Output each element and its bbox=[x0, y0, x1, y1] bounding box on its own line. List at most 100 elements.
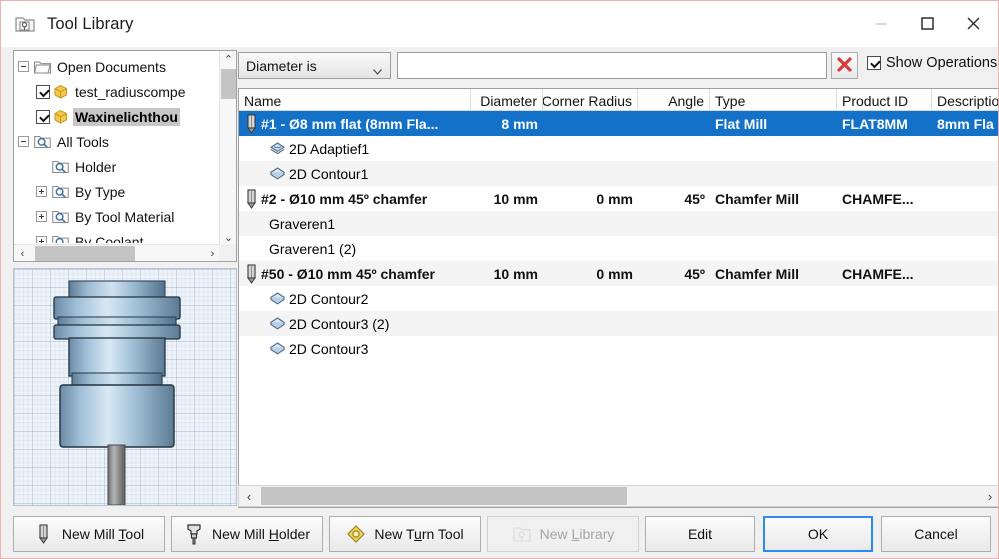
tree-item-label: Waxinelichthou bbox=[73, 107, 180, 126]
tree-expander-toggle[interactable] bbox=[36, 211, 47, 222]
contour-operation-icon bbox=[269, 316, 286, 331]
close-button[interactable] bbox=[950, 1, 996, 45]
edit-button[interactable]: Edit bbox=[645, 516, 755, 552]
row-type-cell: Chamfer Mill bbox=[715, 265, 800, 282]
clear-filter-button[interactable] bbox=[831, 52, 858, 79]
tree-expander-toggle[interactable] bbox=[36, 236, 47, 243]
tree-expander-toggle[interactable] bbox=[18, 136, 29, 147]
table-horizontal-scrollbar[interactable]: ‹ › bbox=[238, 485, 998, 507]
table-row[interactable]: Graveren1 (2) bbox=[239, 236, 998, 261]
tree-horizontal-scrollbar[interactable]: ‹ › bbox=[14, 244, 221, 261]
row-product-id-cell bbox=[837, 161, 932, 186]
column-header-angle[interactable]: Angle bbox=[638, 89, 710, 111]
tree-item-label: Open Documents bbox=[57, 58, 166, 75]
tree-item-checkbox[interactable] bbox=[36, 109, 50, 124]
table-row[interactable]: #50 - Ø10 mm 45º chamfer 10 mm 0 mm 45º Cham… bbox=[239, 261, 998, 286]
column-header-product-id[interactable]: Product ID bbox=[837, 89, 932, 111]
new-mill-holder-button-label: New Mill Holder bbox=[211, 526, 311, 542]
row-corner-radius-cell: 0 mm bbox=[596, 190, 633, 207]
row-angle-cell: 45º bbox=[684, 190, 705, 207]
tree-item-label: By Tool Material bbox=[75, 208, 175, 225]
tree-expander-toggle[interactable] bbox=[36, 186, 47, 197]
table-hscroll-thumb[interactable] bbox=[261, 487, 627, 505]
table-row[interactable]: #2 - Ø10 mm 45º chamfer 10 mm 0 mm 45º Chamf… bbox=[239, 186, 998, 211]
row-diameter-cell bbox=[471, 286, 543, 311]
table-row[interactable]: Graveren1 bbox=[239, 211, 998, 236]
table-row[interactable]: 2D Adaptief1 bbox=[239, 136, 998, 161]
tree-item-checkbox[interactable] bbox=[36, 84, 50, 99]
column-header-corner-radius[interactable]: Corner Radius bbox=[543, 89, 638, 111]
row-name-text: Graveren1 (2) bbox=[269, 240, 357, 257]
tree-item-holder[interactable]: Holder bbox=[14, 154, 204, 179]
maximize-button[interactable] bbox=[904, 1, 950, 45]
row-type-cell: Flat Mill bbox=[715, 115, 768, 132]
new-turn-tool-button[interactable]: New Turn Tool bbox=[329, 516, 481, 552]
minimize-button[interactable] bbox=[858, 1, 904, 45]
filter-criteria-select[interactable]: Diameter is bbox=[238, 52, 391, 79]
tree-item-by-type[interactable]: By Type bbox=[14, 179, 204, 204]
search-folder-icon bbox=[34, 134, 51, 149]
new-mill-tool-button-label: New Mill Tool bbox=[61, 526, 145, 542]
column-header-description[interactable]: Descriptio bbox=[932, 89, 998, 111]
tree-vertical-scrollbar[interactable]: ⌃ ⌄ bbox=[219, 51, 236, 246]
table-row[interactable]: 2D Contour3 (2) bbox=[239, 311, 998, 336]
row-name-cell: 2D Contour3 (2) bbox=[239, 311, 471, 336]
tree-vscroll-thumb[interactable] bbox=[221, 69, 236, 99]
row-diameter-cell bbox=[471, 161, 543, 186]
row-name-cell: #1 - Ø8 mm flat (8mm Fla... bbox=[239, 111, 471, 136]
row-angle-cell bbox=[638, 211, 710, 236]
tree-item-label: Holder bbox=[75, 158, 117, 175]
filter-search-input[interactable] bbox=[397, 52, 827, 79]
row-product-id-cell: CHAMFE... bbox=[842, 190, 914, 207]
new-mill-tool-button[interactable]: New Mill Tool bbox=[13, 516, 165, 552]
contour-operation-icon bbox=[269, 166, 286, 181]
row-product-id-cell: CHAMFE... bbox=[842, 265, 914, 282]
tree-item-label: By Coolant bbox=[75, 233, 144, 244]
tree-item-test-radiuscompe[interactable]: test_radiuscompe bbox=[14, 79, 204, 104]
tree-item-by-tool-material[interactable]: By Tool Material bbox=[14, 204, 204, 229]
tree-expander-toggle[interactable] bbox=[18, 61, 29, 72]
search-folder-icon bbox=[52, 234, 69, 243]
ok-button[interactable]: OK bbox=[763, 516, 873, 552]
tree-scroll-corner bbox=[219, 244, 236, 261]
new-mill-holder-button[interactable]: New Mill Holder bbox=[171, 516, 323, 552]
row-description-cell bbox=[932, 286, 998, 311]
column-header-diameter[interactable]: Diameter bbox=[471, 89, 543, 111]
row-description-cell bbox=[932, 336, 998, 361]
tree-item-all-tools[interactable]: All Tools bbox=[14, 129, 204, 154]
table-row[interactable]: #1 - Ø8 mm flat (8mm Fla... 8 mm Flat Mill… bbox=[239, 111, 998, 136]
table-row[interactable]: 2D Contour1 bbox=[239, 161, 998, 186]
row-description-cell: 8mm Fla bbox=[937, 115, 994, 132]
row-angle-cell bbox=[638, 236, 710, 261]
row-corner-radius-cell bbox=[543, 311, 638, 336]
tool-table[interactable]: Name Diameter Corner Radius Angle Type Produc… bbox=[238, 88, 998, 508]
column-header-name[interactable]: Name bbox=[239, 89, 471, 111]
tree-item-waxinelichthou[interactable]: Waxinelichthou bbox=[14, 104, 204, 129]
row-type-cell: Chamfer Mill bbox=[715, 190, 800, 207]
row-angle-cell bbox=[638, 311, 710, 336]
row-corner-radius-cell bbox=[543, 336, 638, 361]
show-operations-checkbox[interactable]: Show Operations bbox=[867, 55, 997, 71]
table-body: #1 - Ø8 mm flat (8mm Fla... 8 mm Flat Mill… bbox=[239, 111, 998, 361]
table-row[interactable]: 2D Contour3 bbox=[239, 336, 998, 361]
table-scroll-right-button[interactable]: › bbox=[980, 486, 998, 506]
tree-hscroll-thumb[interactable] bbox=[35, 246, 135, 261]
search-folder-icon bbox=[52, 209, 69, 224]
library-tree-panel[interactable]: Open Documents test_radiuscompe Waxinelich… bbox=[13, 50, 237, 262]
cancel-button-label: Cancel bbox=[914, 526, 958, 542]
table-row[interactable]: 2D Contour2 bbox=[239, 286, 998, 311]
tree-scroll-left-button[interactable]: ‹ bbox=[14, 245, 31, 261]
row-type-cell bbox=[710, 211, 837, 236]
cancel-button[interactable]: Cancel bbox=[881, 516, 991, 552]
column-header-type[interactable]: Type bbox=[710, 89, 837, 111]
row-product-id-cell bbox=[837, 236, 932, 261]
new-library-button-label: New Library bbox=[539, 526, 615, 542]
tree-item-by-coolant[interactable]: By Coolant bbox=[14, 229, 204, 243]
table-scroll-left-button[interactable]: ‹ bbox=[239, 486, 259, 506]
tree-scroll-up-button[interactable]: ⌃ bbox=[220, 51, 236, 68]
row-name-text: 2D Contour2 bbox=[289, 290, 369, 307]
row-name-text: #1 - Ø8 mm flat (8mm Fla... bbox=[261, 115, 439, 132]
tree-item-open-documents[interactable]: Open Documents bbox=[14, 54, 204, 79]
row-name-cell: Graveren1 (2) bbox=[239, 236, 471, 261]
row-description-cell bbox=[932, 186, 998, 211]
